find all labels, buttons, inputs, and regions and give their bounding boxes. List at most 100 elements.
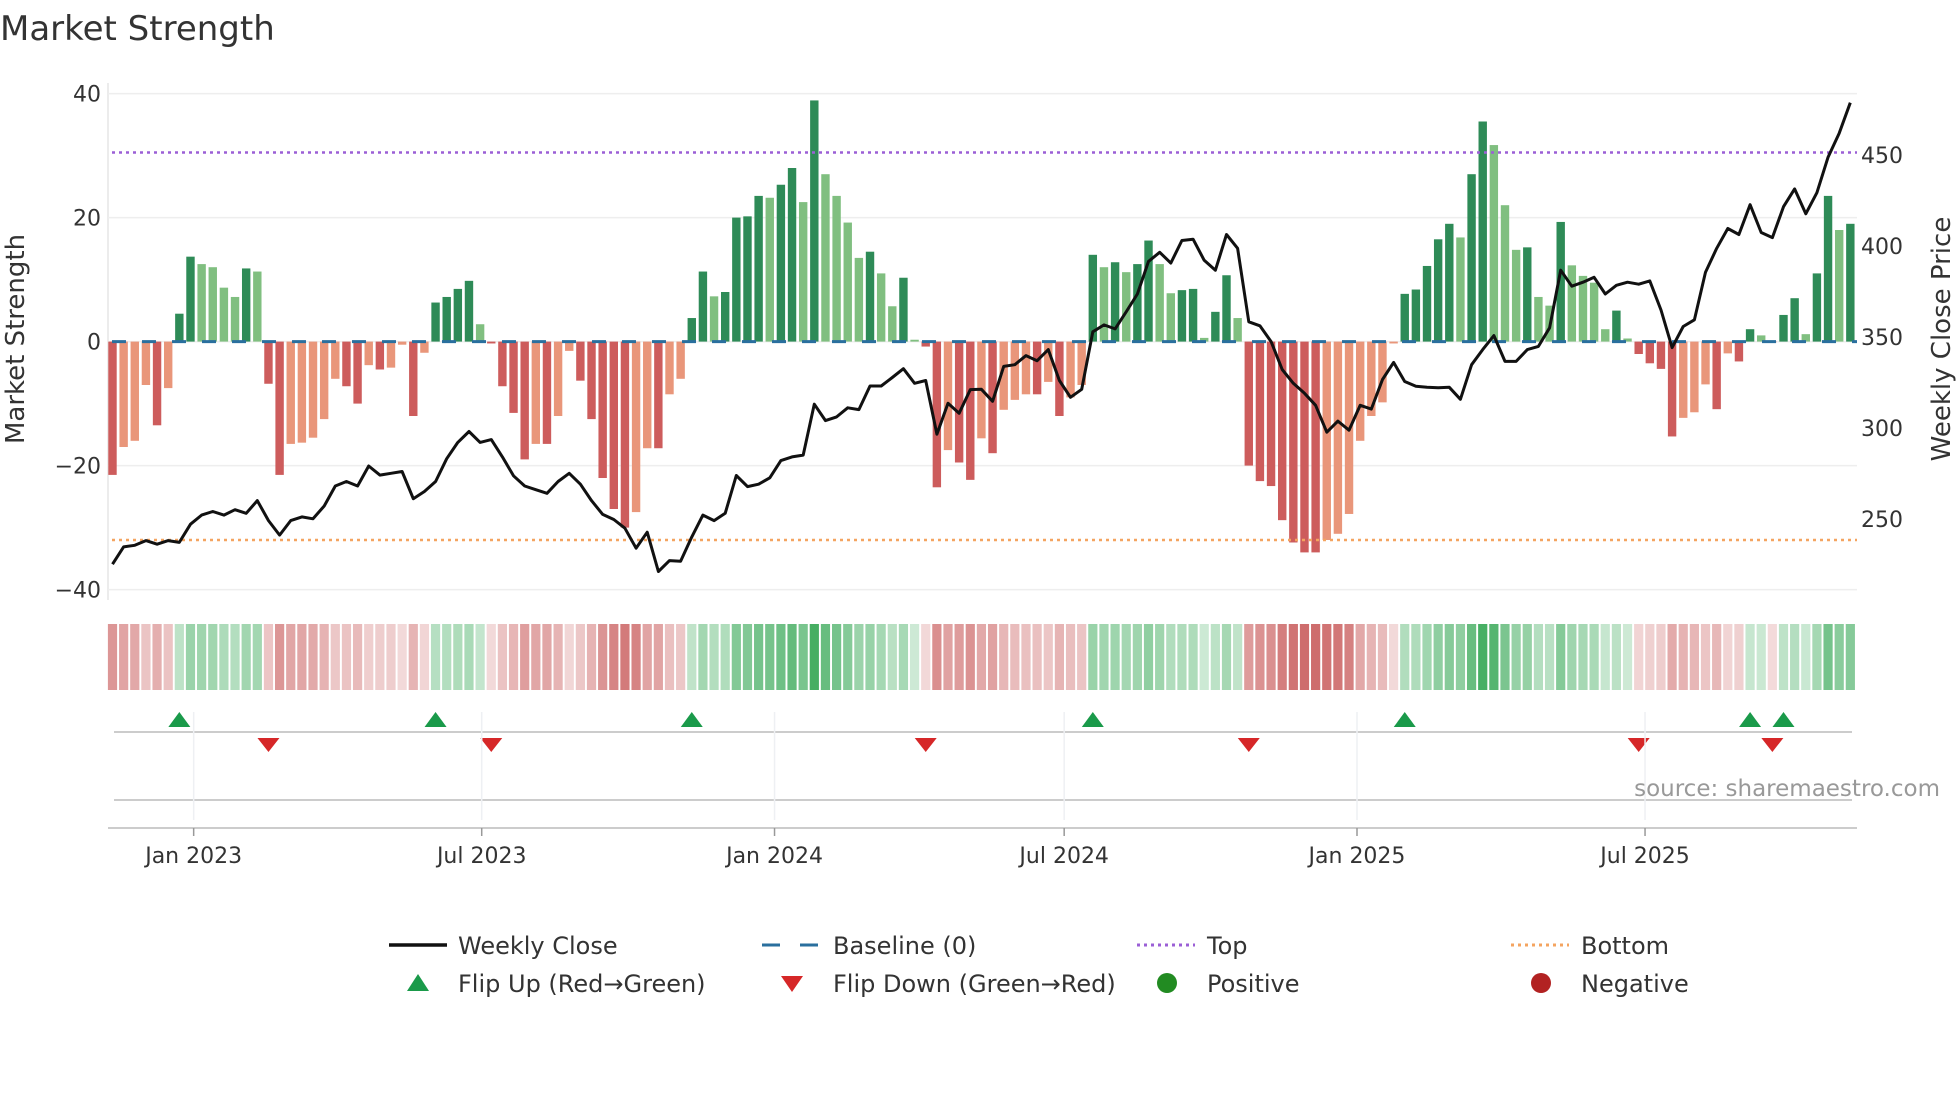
heat-cell [631,624,641,690]
heat-cell [1188,624,1198,690]
strength-bar [587,341,596,420]
strength-bar [1066,341,1075,398]
y2-tick-label: 250 [1861,508,1903,533]
strength-bar [130,341,139,441]
strength-bar [631,341,641,513]
strength-bar [1433,239,1443,342]
legend-dot-icon [1531,973,1551,993]
strength-bar [1656,341,1666,369]
strength-bar [1467,174,1476,342]
heat-cell [909,624,920,690]
heat-cell [1634,624,1644,690]
strength-bar [576,341,585,381]
heat-cell [1411,624,1421,690]
heat-cell [1110,624,1120,690]
strength-bar [910,339,919,342]
strength-bar [319,341,329,420]
strength-bar [1734,341,1744,362]
heat-cell [263,624,274,690]
strength-bar [1244,341,1253,466]
strength-bar [709,296,719,342]
strength-bar [1233,318,1242,342]
heat-cell [932,624,942,690]
heat-cell [809,624,819,690]
strength-bar [676,341,685,379]
heat-cell [1745,624,1755,690]
flip-up-marker [1772,712,1795,727]
strength-bar [787,168,797,342]
legend-item-tri-down[interactable]: Flip Down (Green→Red) [781,970,1116,998]
heat-cell [408,624,418,690]
heat-cell [1656,624,1666,690]
heat-cell [475,624,485,690]
strength-bar [531,341,541,444]
y-tick-label: 20 [73,207,101,232]
strength-bar [1021,341,1031,395]
heat-cell [141,624,151,690]
legend: Weekly Close Baseline (0) Top Bottom Flip Up… [389,932,1689,998]
heat-cell [364,624,374,690]
strength-bar [509,341,518,413]
heat-cell [1054,624,1064,690]
strength-bar [1445,223,1454,342]
flip-up-marker [680,712,703,727]
heat-cell [575,624,585,690]
heat-cell [598,624,608,690]
y-tick-label: 40 [73,83,101,108]
strength-bar [1489,145,1499,342]
flip-up-marker [424,712,447,727]
x-tick-label: Jul 2023 [435,844,527,869]
heat-cell [230,624,240,690]
legend-item-dot-top[interactable]: Top [1137,932,1248,960]
legend-item-dot-bottom[interactable]: Bottom [1511,932,1669,960]
y2-tick-label: 350 [1861,326,1903,351]
heat-cell [1823,624,1833,690]
heat-cell [1266,624,1276,690]
legend-label: Bottom [1581,932,1669,960]
heat-cell [130,624,140,690]
heat-cell [1622,624,1633,690]
strength-bar [888,306,897,342]
strength-bar [1300,341,1309,553]
strength-bar [487,341,496,344]
strength-bar [1478,121,1487,342]
legend-item-dot-pos[interactable]: Positive [1157,970,1300,998]
strength-heat-strip [107,624,1855,690]
heat-cell [1065,624,1076,690]
legend-item-dash[interactable]: Baseline (0) [762,932,976,960]
strength-bar [721,292,730,342]
legend-triangle-up-icon [407,974,429,991]
heat-cell [887,624,897,690]
strength-bar [1389,341,1398,344]
strength-bar [1155,264,1164,342]
heat-cell [843,624,853,690]
strength-bar [821,174,830,342]
strength-bar [620,341,630,528]
legend-item-tri-up[interactable]: Flip Up (Red→Green) [407,970,706,998]
strength-bar [464,280,474,342]
strength-bar [1723,341,1732,354]
heat-cell [1021,624,1031,690]
strength-bar [798,202,808,342]
strength-bar [275,341,284,475]
y-tick-label: −40 [55,579,101,604]
flip-down-marker [257,738,280,752]
heat-cell [1778,624,1789,690]
heat-cell [286,624,296,690]
heat-cell [664,624,675,690]
strength-bar [865,251,875,342]
heat-cell [1645,624,1655,690]
heat-cell [787,624,797,690]
heat-cell [107,624,118,690]
flip-up-marker [1081,712,1104,727]
strength-bar [1255,341,1265,482]
legend-item-dot-neg[interactable]: Negative [1531,970,1689,998]
heat-cell [219,624,229,690]
strength-bar [1289,341,1298,543]
strength-bar [1534,296,1543,342]
heat-cell [1010,624,1020,690]
strength-bar [1456,237,1465,342]
heat-cell [731,624,741,690]
legend-item-line[interactable]: Weekly Close [389,932,618,960]
market-strength-chart: Market Strength 40 20 0 −20 −40 450 400 350 300… [0,9,1957,998]
